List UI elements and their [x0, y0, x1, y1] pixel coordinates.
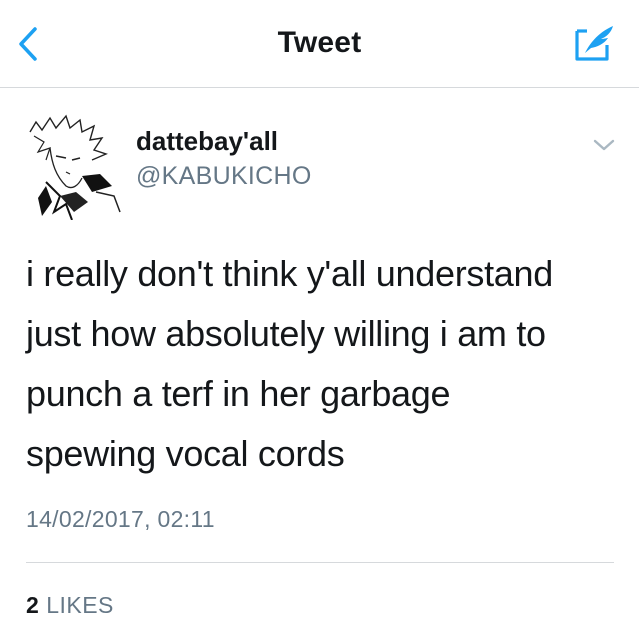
tweet-text-line: just how absolutely willing i am to — [26, 313, 546, 354]
tweet-text-line: punch a terf in her garbage — [26, 373, 451, 414]
likes-label: LIKES — [46, 592, 114, 618]
tweet-detail-screen: Tweet dattebay'all @KABUKICHO i really d… — [0, 0, 639, 642]
tweet-text-line: spewing vocal cords — [26, 433, 345, 474]
tweet-text-line: i really don't think y'all understand — [26, 253, 553, 294]
compose-tweet-icon — [575, 26, 613, 61]
page-title: Tweet — [277, 26, 362, 59]
likes-stat[interactable]: 2 LIKES — [26, 592, 114, 619]
author-display-name[interactable]: dattebay'all — [136, 126, 278, 157]
avatar[interactable] — [16, 112, 124, 220]
nav-header: Tweet — [0, 0, 639, 88]
chevron-down-icon — [593, 139, 615, 151]
tweet-text: i really don't think y'all understand ju… — [26, 244, 616, 484]
divider — [26, 562, 614, 563]
avatar-manga-sketch — [16, 112, 124, 220]
likes-count: 2 — [26, 592, 40, 618]
author-handle[interactable]: @KABUKICHO — [136, 162, 312, 191]
tweet-timestamp: 14/02/2017, 02:11 — [26, 506, 215, 532]
tweet-options-button[interactable] — [586, 130, 622, 160]
compose-tweet-button[interactable] — [570, 20, 620, 66]
